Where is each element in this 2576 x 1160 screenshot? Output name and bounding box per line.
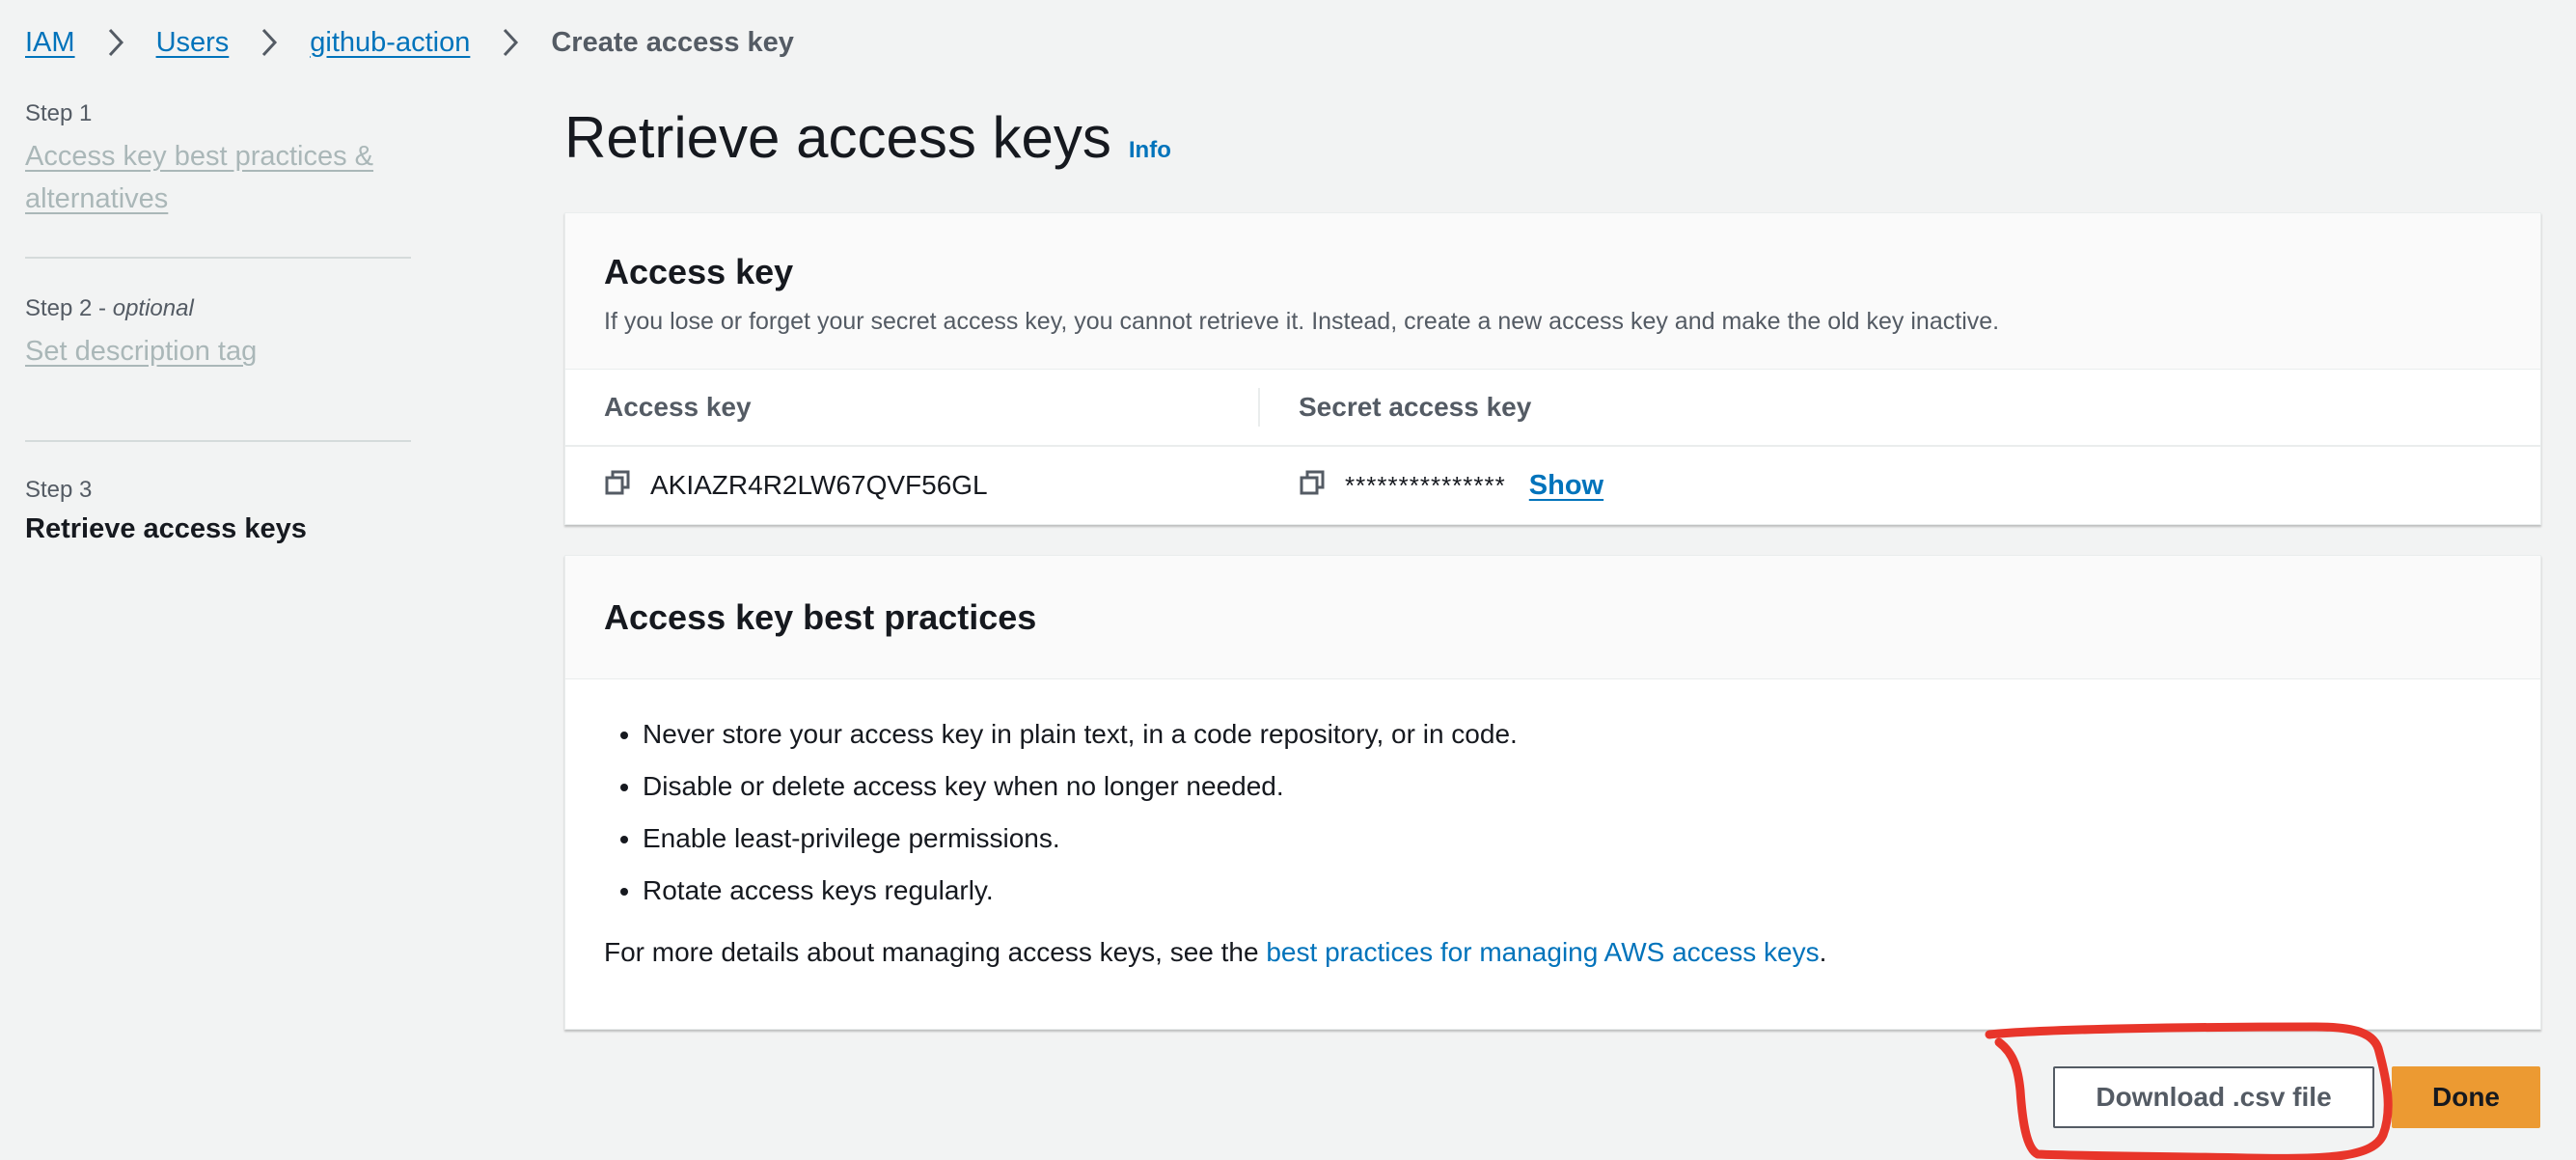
best-practices-panel: Access key best practices Never store yo… (564, 555, 2541, 1030)
breadcrumb-github-action[interactable]: github-action (310, 27, 470, 59)
keys-table-header: Access key Secret access key (565, 370, 2540, 447)
step-2-separator: - (92, 295, 113, 321)
chevron-right-icon (96, 23, 135, 62)
secret-key-mask: *************** (1345, 470, 1506, 500)
more-prefix: For more details about managing access k… (604, 937, 1267, 967)
page-title: Retrieve access keys (564, 105, 1111, 170)
breadcrumb-current: Create access key (551, 26, 794, 58)
access-key-panel-header: Access key If you lose or forget your se… (565, 213, 2540, 370)
breadcrumb-iam[interactable]: IAM (25, 27, 75, 59)
step-2: Step 2 - optional Set description tag (25, 295, 411, 442)
step-2-number: Step 2 (25, 295, 93, 321)
chevron-right-icon (491, 23, 530, 62)
access-key-panel: Access key If you lose or forget your se… (564, 212, 2541, 525)
copy-icon[interactable] (1299, 469, 1345, 503)
access-key-panel-title: Access key (604, 252, 794, 291)
list-item: Never store your access key in plain tex… (643, 708, 2502, 760)
best-practices-panel-header: Access key best practices (565, 556, 2540, 679)
best-practices-list: Never store your access key in plain tex… (604, 708, 2502, 917)
list-item: Enable least-privilege permissions. (643, 813, 2502, 865)
step-3-label: Step 3 (25, 477, 93, 503)
page-header: Retrieve access keys Info (564, 104, 1171, 171)
best-practices-more: For more details about managing access k… (604, 926, 2502, 979)
show-secret-link[interactable]: Show (1529, 470, 1603, 502)
best-practices-body: Never store your access key in plain tex… (565, 679, 2540, 979)
step-3: Step 3 Retrieve access keys (25, 477, 411, 545)
info-link[interactable]: Info (1129, 137, 1171, 164)
chevron-right-icon (250, 23, 288, 62)
best-practices-panel-title: Access key best practices (604, 596, 1037, 637)
step-1: Step 1 Access key best practices & alter… (25, 100, 411, 259)
list-item: Disable or delete access key when no lon… (643, 760, 2502, 813)
table-row: AKIAZR4R2LW67QVF56GL *************** Sho… (565, 447, 2540, 524)
step-1-link[interactable]: Access key best practices & alternatives (25, 135, 411, 220)
copy-icon[interactable] (604, 469, 650, 503)
wizard-steps: Step 1 Access key best practices & alter… (25, 100, 411, 545)
column-header-access-key: Access key (565, 388, 1260, 427)
step-2-link[interactable]: Set description tag (25, 330, 411, 373)
step-2-label: Step 2 - optional (25, 295, 411, 322)
breadcrumb: IAM Users github-action Create access ke… (25, 23, 794, 62)
best-practices-link[interactable]: best practices for managing AWS access k… (1266, 937, 1819, 967)
column-header-secret-key: Secret access key (1299, 392, 1532, 422)
secret-key-cell: *************** Show (1260, 469, 1603, 503)
list-item: Rotate access keys regularly. (643, 865, 2502, 917)
download-csv-button[interactable]: Download .csv file (2053, 1066, 2374, 1128)
done-button[interactable]: Done (2392, 1066, 2540, 1128)
access-key-panel-description: If you lose or forget your secret access… (604, 308, 2000, 335)
access-key-value: AKIAZR4R2LW67QVF56GL (650, 470, 988, 500)
access-key-cell: AKIAZR4R2LW67QVF56GL (565, 466, 1260, 505)
step-2-optional: optional (112, 295, 194, 321)
step-1-label: Step 1 (25, 100, 93, 126)
breadcrumb-users[interactable]: Users (156, 27, 230, 59)
more-suffix: . (1819, 937, 1827, 967)
step-3-current: Retrieve access keys (25, 513, 307, 544)
